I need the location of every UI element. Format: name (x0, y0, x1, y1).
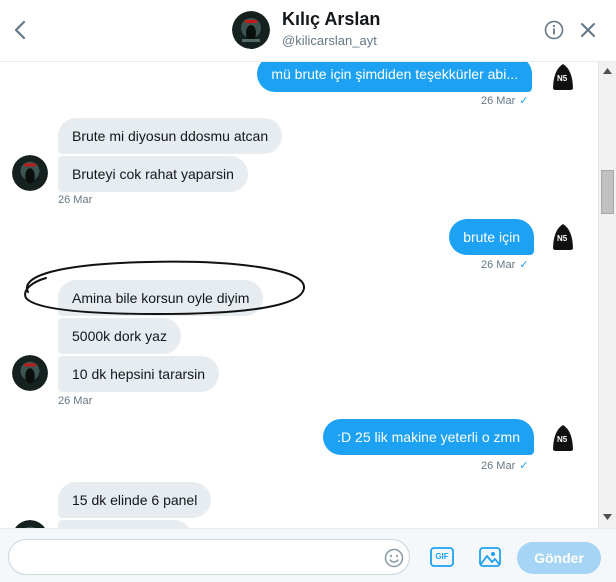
read-check-icon: ✓ (519, 259, 529, 271)
contact-name[interactable]: Kılıç Arslan (282, 9, 380, 30)
close-icon (581, 23, 595, 37)
message-bubble-sent[interactable]: mü brute için şimdiden teşekkürler abi..… (257, 62, 532, 92)
message-bubble-received[interactable]: Amina bile korsun oyle diyim (58, 280, 264, 316)
gif-label: GIF (435, 552, 449, 561)
svg-text:N5: N5 (557, 435, 568, 444)
image-icon (479, 547, 501, 567)
message-timestamp: 26 Mar (58, 395, 93, 407)
read-check-icon: ✓ (519, 95, 529, 107)
emoji-button[interactable] (384, 548, 404, 568)
close-button[interactable] (578, 20, 598, 40)
message-timestamp: 26 Mar ✓ (481, 259, 529, 271)
media-button[interactable] (478, 546, 502, 568)
message-timestamp: 26 Mar ✓ (481, 95, 529, 107)
scroll-down-arrow-icon[interactable] (599, 510, 616, 524)
message-composer: GIF Gönder (0, 528, 616, 582)
gif-button[interactable]: GIF (430, 546, 454, 568)
svg-text:N5: N5 (557, 234, 568, 243)
message-bubble-received[interactable]: 5000k dork yaz (58, 318, 181, 354)
scrollbar-thumb[interactable] (601, 170, 614, 214)
contact-handle[interactable]: @kilicarslan_ayt (282, 33, 377, 48)
info-button[interactable] (544, 20, 564, 40)
message-bubble-sent[interactable]: brute için (449, 219, 534, 255)
conversation-header: Kılıç Arslan @kilicarslan_ayt (0, 0, 616, 62)
message-timestamp: 26 Mar ✓ (481, 460, 529, 472)
avatar[interactable]: N5 (545, 62, 581, 92)
message-bubble-sent[interactable]: :D 25 lik makine yeterli o zmn (323, 419, 534, 455)
chevron-left-icon (14, 20, 26, 40)
avatar[interactable] (12, 520, 48, 528)
message-timestamp: 26 Mar (58, 194, 93, 206)
svg-text:N5: N5 (557, 74, 568, 83)
message-bubble-received[interactable]: 10 dk hepsini tararsin (58, 356, 220, 392)
read-check-icon: ✓ (519, 460, 529, 472)
avatar[interactable] (12, 155, 48, 191)
send-button[interactable]: Gönder (517, 542, 601, 574)
message-bubble-received[interactable]: 15 dk elinde 6 panel (58, 482, 212, 518)
scrollbar[interactable] (598, 62, 616, 528)
info-icon (544, 20, 564, 40)
avatar[interactable] (12, 355, 48, 391)
emoji-icon (384, 548, 404, 568)
avatar[interactable]: N5 (545, 417, 581, 453)
avatar[interactable] (232, 11, 270, 49)
message-bubble-received[interactable] (58, 520, 192, 528)
message-bubble-received[interactable]: Brute mi diyosun ddosmu atcan (58, 118, 283, 154)
message-bubble-received[interactable]: Bruteyi cok rahat yaparsin (58, 156, 248, 192)
avatar[interactable]: N5 (545, 216, 581, 252)
message-input[interactable] (8, 539, 410, 575)
back-button[interactable] (10, 17, 32, 43)
message-list[interactable]: mü brute için şimdiden teşekkürler abi..… (0, 62, 598, 528)
scroll-up-arrow-icon[interactable] (599, 64, 616, 78)
